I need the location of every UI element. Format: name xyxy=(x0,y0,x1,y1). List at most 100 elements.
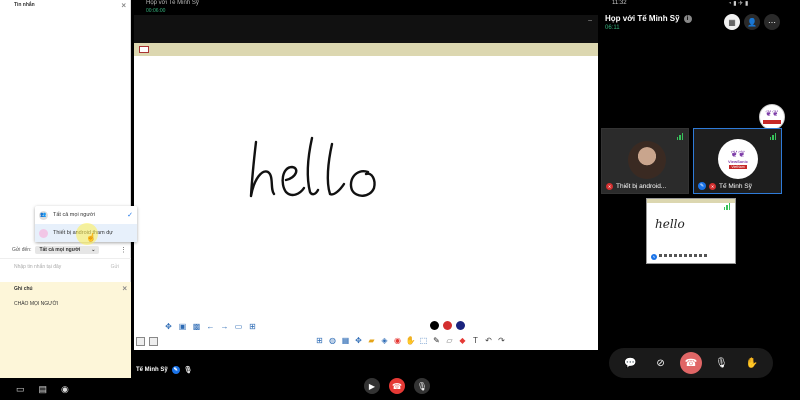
color-navy[interactable] xyxy=(456,321,465,330)
folder-icon[interactable]: ▰ xyxy=(366,335,377,346)
send-to-row: Gửi đến: Tất cả mọi người ⌄ ⋮ xyxy=(0,244,131,256)
logo-country: VietNam xyxy=(729,164,747,169)
select-icon[interactable]: ⬚ xyxy=(418,335,429,346)
windows-icon[interactable]: ⊞ xyxy=(314,335,325,346)
notes-content[interactable]: CHÀO MỌI NGƯỜI xyxy=(0,295,131,313)
send-to-label: Gửi đến: xyxy=(12,247,32,253)
keyboard-icon[interactable] xyxy=(136,337,145,346)
folder-icon[interactable]: ▤ xyxy=(39,384,48,395)
whiteboard-nav-toolbar: ✥ ▣ ▩ ← → ▭ ⊞ xyxy=(163,321,258,332)
color-red[interactable] xyxy=(443,321,452,330)
whiteboard-main-toolbar: ⊞ ◍ ▦ ✥ ▰ ◈ ◉ ✋ ⬚ ✎ ▱ ◆ T ↶ ↷ xyxy=(314,335,507,346)
send-to-value: Tất cả mọi người xyxy=(39,247,81,253)
participant-tile[interactable]: ✕ Thiết bị android... xyxy=(601,128,689,194)
arrow-right-icon[interactable]: → xyxy=(219,321,230,332)
camera-off-button[interactable]: ▶ xyxy=(364,378,380,394)
shared-screen-thumbnail[interactable]: hello ✎ xyxy=(646,198,736,264)
info-icon[interactable]: i xyxy=(683,14,692,23)
hand-icon[interactable]: ✋ xyxy=(405,335,416,346)
whiteboard-app-icon xyxy=(139,46,149,53)
meeting-duration: 06:11 xyxy=(605,25,620,31)
viewsonic-logo: ❦❦ xyxy=(759,104,785,130)
menu-item-everyone[interactable]: 👥 Tất cả mọi người ✓ xyxy=(35,206,137,224)
participant-label: ✎ ✕ Tế Minh Sỹ xyxy=(698,182,752,190)
right-meeting-title: Họp với Tế Minh Sỹ i xyxy=(605,14,692,23)
right-title-text: Họp với Tế Minh Sỹ xyxy=(605,14,680,23)
add-page-icon[interactable]: ⊞ xyxy=(247,321,258,332)
whiteboard-corner-tools xyxy=(136,337,158,346)
end-call-button[interactable]: ☎ xyxy=(389,378,405,394)
more-options-icon[interactable]: ⋯ xyxy=(764,14,780,30)
participant-label: ✕ Thiết bị android... xyxy=(606,183,666,190)
color-black[interactable] xyxy=(430,321,439,330)
left-bottom-toolbar: ▭ ▤ ◉ xyxy=(0,378,131,400)
screen-share-icon[interactable]: ▭ xyxy=(16,384,25,395)
send-to-select[interactable]: Tất cả mọi người ⌄ xyxy=(35,246,100,254)
move-icon[interactable]: ✥ xyxy=(163,321,174,332)
thumbnail-toolbar: ✎ xyxy=(651,254,707,260)
thumbnail-titlebar xyxy=(647,199,735,203)
capture-icon[interactable]: ▦ xyxy=(340,335,351,346)
notes-header: Ghi chú × xyxy=(0,282,131,295)
pen-icon[interactable]: ✎ xyxy=(431,335,442,346)
mic-off-icon[interactable]: 🎙 xyxy=(710,352,732,374)
undo-icon[interactable]: ↶ xyxy=(483,335,494,346)
whiteboard-canvas[interactable]: ✥ ▣ ▩ ← → ▭ ⊞ ⊞ ◍ ▦ ✥ ▰ ◈ ◉ ✋ ⬚ ✎ ▱ ◆ T xyxy=(134,56,598,350)
mic-muted-icon: ✕ xyxy=(709,182,716,190)
fullscreen-icon[interactable]: ▣ xyxy=(177,321,188,332)
chat-icon[interactable]: 💬 xyxy=(619,352,641,374)
pencil-badge-icon: ✎ xyxy=(698,182,706,190)
close-icon[interactable]: × xyxy=(121,1,126,10)
device-status-icons: ◔ ▮ ✈ ▮ xyxy=(728,1,749,7)
close-icon[interactable]: × xyxy=(122,284,127,293)
arrow-left-icon[interactable]: ← xyxy=(205,321,216,332)
chrome-icon[interactable]: ◉ xyxy=(392,335,403,346)
tools-icon[interactable]: ▩ xyxy=(191,321,202,332)
signal-strength-icon xyxy=(723,203,730,210)
participants-icon[interactable]: 👤 xyxy=(744,14,760,30)
chat-icon[interactable]: ◉ xyxy=(61,384,69,395)
participant-tile-active[interactable]: ❦❦ ViewSonic VietNam ✎ ✕ Tế Minh Sỹ xyxy=(693,128,782,194)
notes-title: Ghi chú xyxy=(14,285,33,292)
app-root: Tin nhắn × Gửi đến: Tất cả mọi người ⌄ ⋮… xyxy=(0,0,800,400)
camera-off-icon[interactable]: ⊘ xyxy=(650,352,672,374)
globe-icon[interactable]: ◍ xyxy=(327,335,338,346)
avatar-icon xyxy=(39,228,48,238)
message-input[interactable]: Nhập tin nhắn tại đây Gửi xyxy=(0,258,131,274)
signal-strength-icon xyxy=(676,133,683,140)
chat-panel: Tin nhắn × Gửi đến: Tất cả mọi người ⌄ ⋮… xyxy=(0,0,131,378)
raise-hand-icon[interactable]: ✋ xyxy=(741,352,763,374)
mic-muted-icon: ✕ xyxy=(606,183,613,190)
end-call-button[interactable]: ☎ xyxy=(679,352,702,374)
layers-icon[interactable]: ◈ xyxy=(379,335,390,346)
checkmark-icon: ✓ xyxy=(127,212,133,219)
mic-off-button[interactable]: 🎙 xyxy=(414,378,430,394)
thumbnail-text: hello xyxy=(655,217,685,231)
minimize-icon[interactable]: – xyxy=(588,17,592,24)
top-bar: – xyxy=(134,15,598,43)
slide-icon[interactable]: ▭ xyxy=(233,321,244,332)
chat-header: Tin nhắn × xyxy=(0,0,130,10)
menu-item-label: Tất cả mọi người xyxy=(53,212,95,218)
redo-icon[interactable]: ↷ xyxy=(496,335,507,346)
whiteboard-titlebar xyxy=(134,43,598,56)
hand-cursor-icon: ☝ xyxy=(86,233,96,242)
notes-panel: Ghi chú × CHÀO MỌI NGƯỜI xyxy=(0,282,131,378)
participant-avatar xyxy=(628,141,666,179)
more-options-icon[interactable]: ⋮ xyxy=(120,246,127,254)
participant-name: Thiết bị android... xyxy=(616,183,667,190)
layout-icon[interactable]: ▦ xyxy=(724,14,740,30)
eraser-icon[interactable]: ▱ xyxy=(444,335,455,346)
participant-name: Tế Minh Sỹ xyxy=(719,182,752,190)
logo-brand: ViewSonic xyxy=(728,158,748,164)
text-icon[interactable]: T xyxy=(470,335,481,346)
send-button[interactable]: Gửi xyxy=(111,264,119,270)
move-icon[interactable]: ✥ xyxy=(353,335,364,346)
device-clock: 11:32 xyxy=(612,0,627,6)
meeting-title: Họp với Tế Minh Sỹ xyxy=(146,0,199,6)
window-icon[interactable] xyxy=(149,337,158,346)
handwriting-hello xyxy=(249,136,376,198)
shapes-icon[interactable]: ◆ xyxy=(457,335,468,346)
microphone-icon: 🎙 xyxy=(183,367,193,374)
group-icon: 👥 xyxy=(39,210,48,220)
